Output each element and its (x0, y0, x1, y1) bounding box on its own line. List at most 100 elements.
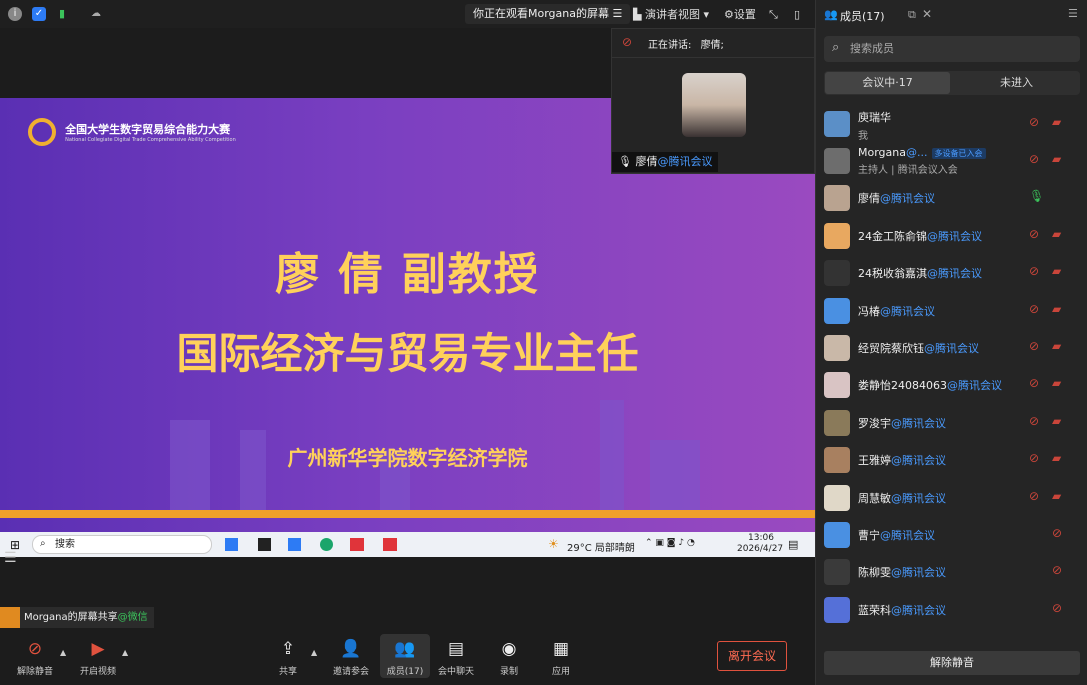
tray-icons[interactable]: ⌃ ▣ ◙ ♪ ◔ (645, 538, 695, 548)
muted-mic-icon[interactable]: ⊘ (1029, 376, 1039, 390)
app-icon-notes[interactable] (258, 538, 271, 551)
info-icon[interactable]: i (8, 7, 22, 21)
member-row[interactable]: 王雅婷@腾讯会议 ⊘ ▰ (824, 445, 1086, 475)
mic-options-icon[interactable]: ▲ (60, 648, 66, 657)
watching-banner[interactable]: 你正在观看Morgana的屏幕 ☰ (465, 4, 631, 24)
member-name-text: 经贸院蔡欣钰 (858, 342, 924, 355)
video-off-icon[interactable]: ▰ (1052, 376, 1061, 390)
muted-mic-icon[interactable]: ⊘ (1029, 227, 1039, 241)
weather-text[interactable]: 29°C 局部晴朗 (567, 539, 635, 554)
member-name-text: 娄静怡24084063 (858, 379, 947, 392)
signal-icon[interactable]: ▮ (55, 7, 69, 21)
video-off-icon[interactable]: ▰ (1052, 115, 1061, 129)
speaker-video[interactable] (682, 73, 746, 137)
member-name: 庾瑞华我 (858, 109, 891, 142)
video-off-icon[interactable]: ▰ (1052, 451, 1061, 465)
muted-mic-icon[interactable]: ⊘ (1029, 115, 1039, 129)
notification-icon[interactable]: ▤ (788, 538, 798, 551)
member-row[interactable]: 周慧敏@腾讯会议 ⊘ ▰ (824, 483, 1086, 513)
member-row[interactable]: 廖倩@腾讯会议 🎙 (824, 183, 1086, 213)
muted-mic-icon[interactable]: ⊘ (1029, 451, 1039, 465)
unmute-button[interactable]: ⊘ 解除静音 (10, 638, 60, 677)
app-icon-edge[interactable] (320, 538, 333, 551)
video-off-icon[interactable]: ▰ (1052, 302, 1061, 316)
member-row[interactable]: 庾瑞华我 ⊘ ▰ (824, 109, 1086, 142)
speaker-tile-org: @腾讯会议 (657, 155, 713, 168)
muted-mic-icon[interactable]: ⊘ (1029, 339, 1039, 353)
muted-mic-icon[interactable]: ⊘ (1052, 601, 1062, 615)
active-mic-icon[interactable]: 🎙 (1029, 189, 1044, 203)
clock-date[interactable]: 2026/4/27 (737, 544, 783, 554)
apps-button[interactable]: ▦ 应用 (536, 638, 586, 677)
settings-button[interactable]: ⚙设置 (724, 7, 756, 23)
more-icon[interactable]: ☰ (1068, 7, 1078, 20)
muted-mic-icon[interactable]: ⊘ (1052, 526, 1062, 540)
member-name: 廖倩@腾讯会议 (858, 190, 935, 206)
slide-school: 广州新华学院数字经济学院 (287, 446, 528, 470)
muted-mic-icon: ⊘ (27, 639, 43, 659)
menu-icon[interactable]: ☰ (4, 550, 17, 566)
presenter-view-button[interactable]: ▙ 演讲者视图 ▾ (633, 7, 709, 23)
member-row[interactable]: 蓝荣科@腾讯会议 ⊘ (824, 595, 1086, 625)
avatar (824, 372, 850, 398)
shield-icon[interactable]: ✓ (32, 7, 46, 21)
app-icon-mail[interactable] (288, 538, 301, 551)
muted-mic-icon[interactable]: ⊘ (1029, 264, 1039, 278)
member-name: 娄静怡24084063@腾讯会议 (858, 377, 1002, 393)
muted-mic-icon[interactable]: ⊘ (1029, 489, 1039, 503)
cloud-icon[interactable]: ☁ (89, 7, 103, 21)
member-search-input[interactable]: 搜索成员 (824, 36, 1080, 62)
video-off-icon[interactable]: ▰ (1052, 264, 1061, 278)
member-row[interactable]: 24税收翁嘉淇@腾讯会议 ⊘ ▰ (824, 258, 1086, 288)
muted-mic-icon[interactable]: ⊘ (1029, 414, 1039, 428)
exit-fullscreen-icon[interactable]: ⤡ (769, 7, 778, 23)
layout-icon[interactable]: ▯ (794, 7, 800, 23)
member-row[interactable]: 经贸院蔡欣钰@腾讯会议 ⊘ ▰ (824, 333, 1086, 363)
member-tabs: 会议中·17 未进入 (824, 71, 1080, 95)
avatar (824, 559, 850, 585)
share-button[interactable]: ⇪ 共享 (263, 638, 313, 677)
muted-mic-icon[interactable]: ⊘ (1029, 152, 1039, 166)
member-row[interactable]: 娄静怡24084063@腾讯会议 ⊘ ▰ (824, 370, 1086, 400)
member-org: @腾讯会议 (891, 566, 946, 579)
record-icon: ◉ (501, 639, 517, 659)
video-off-icon[interactable]: ▰ (1052, 152, 1061, 166)
share-label: 共享 (278, 667, 297, 677)
record-button[interactable]: ◉ 录制 (484, 638, 534, 677)
video-off-icon[interactable]: ▰ (1052, 339, 1061, 353)
muted-mic-icon[interactable]: ⊘ (1029, 302, 1039, 316)
clock-time[interactable]: 13:06 (748, 533, 774, 543)
chat-button[interactable]: ▤ 会中聊天 (431, 638, 481, 677)
member-row[interactable]: 冯椿@腾讯会议 ⊘ ▰ (824, 296, 1086, 326)
app-icon-wps2[interactable] (383, 538, 397, 551)
tab-not-joined[interactable]: 未进入 (954, 72, 1079, 94)
video-off-icon[interactable]: ▰ (1052, 414, 1061, 428)
tab-in-meeting[interactable]: 会议中·17 (825, 72, 950, 94)
muted-mic-icon[interactable]: ⊘ (1052, 563, 1062, 577)
members-button[interactable]: 👥 成员(17) (380, 634, 430, 678)
invite-button[interactable]: 👤 邀请参会 (326, 638, 376, 677)
app-icon-store[interactable] (225, 538, 238, 551)
screen-share-label: Morgana的屏幕共享@微信 (0, 607, 154, 628)
leave-meeting-button[interactable]: 离开会议 (717, 641, 787, 671)
popout-icon[interactable]: ⧉ (908, 8, 916, 22)
video-off-icon[interactable]: ▰ (1052, 489, 1061, 503)
member-row[interactable]: 陈柳雯@腾讯会议 ⊘ (824, 557, 1086, 587)
start-video-button[interactable]: ▶ 开启视频 (73, 638, 123, 677)
taskbar-search[interactable]: 搜索 (32, 535, 212, 554)
video-off-icon[interactable]: ▰ (1052, 227, 1061, 241)
video-label: 开启视频 (79, 667, 116, 677)
close-icon[interactable]: ✕ (922, 7, 932, 21)
member-sub: 我 (858, 131, 868, 142)
share-options-icon[interactable]: ▲ (311, 648, 317, 657)
member-row[interactable]: 曹宁@腾讯会议 ⊘ (824, 520, 1086, 550)
member-row[interactable]: 罗浚宇@腾讯会议 ⊘ ▰ (824, 408, 1086, 438)
unmute-all-button[interactable]: 解除静音 (824, 651, 1080, 675)
member-row[interactable]: Morgana@... 多设备已入会 主持人 | 腾讯会议入会 ⊘ ▰ (824, 146, 1086, 176)
apps-label: 应用 (551, 667, 570, 677)
avatar (824, 410, 850, 436)
app-icon-wps[interactable] (350, 538, 364, 551)
member-row[interactable]: 24金工陈俞锦@腾讯会议 ⊘ ▰ (824, 221, 1086, 251)
members-icon: 👥 (824, 8, 838, 21)
video-options-icon[interactable]: ▲ (122, 648, 128, 657)
